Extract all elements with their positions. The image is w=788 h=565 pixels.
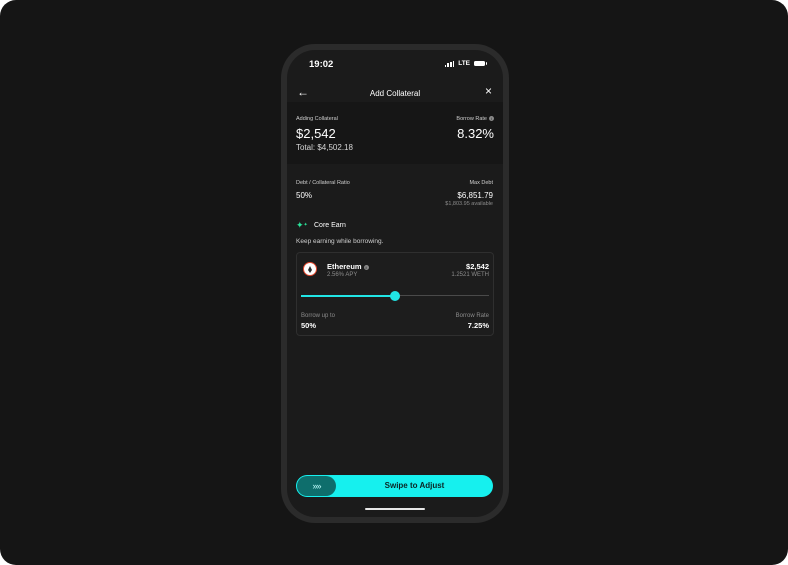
available-debt: $1,803.95 available (445, 201, 493, 207)
phone-frame: 19:02 LTE ← Add Collateral × Adding Coll… (281, 44, 509, 523)
core-earn-title: Core Earn (314, 222, 346, 229)
max-debt-label: Max Debt (469, 180, 493, 186)
borrow-rate-value: 8.32% (457, 126, 494, 141)
status-icons: LTE (444, 60, 487, 67)
swipe-to-adjust-button[interactable]: »» Swipe to Adjust (296, 475, 493, 497)
signal-icon (444, 60, 455, 67)
asset-borrow-rate-label: Borrow Rate (455, 313, 489, 319)
borrow-rate-label: Borrow Rate (456, 116, 487, 122)
network-label: LTE (458, 60, 470, 67)
phone-screen: 19:02 LTE ← Add Collateral × Adding Coll… (287, 50, 503, 517)
page-title: Add Collateral (369, 89, 421, 98)
swipe-handle[interactable]: »» (297, 476, 336, 496)
info-icon[interactable]: i (363, 264, 369, 270)
app-background: 19:02 LTE ← Add Collateral × Adding Coll… (0, 0, 788, 565)
adding-collateral-value: $2,542 (296, 126, 336, 141)
ethereum-icon (303, 262, 317, 276)
borrow-rate-header: Borrow Rate i (456, 116, 494, 122)
asset-card[interactable]: Ethereum i 2.56% APY $2,542 1.2521 WETH B… (296, 252, 494, 336)
borrow-slider-knob[interactable] (390, 291, 400, 301)
asset-usd-value: $2,542 (466, 262, 489, 271)
total-collateral: Total: $4,502.18 (296, 143, 353, 152)
close-icon[interactable]: × (485, 84, 492, 98)
info-icon[interactable]: i (489, 116, 494, 122)
status-time: 19:02 (309, 59, 334, 70)
asset-amount: 1.2521 WETH (451, 272, 489, 278)
core-earn-description: Keep earning while borrowing. (296, 238, 384, 245)
home-indicator[interactable] (365, 508, 425, 510)
swipe-label: Swipe to Adjust (384, 481, 445, 490)
debt-ratio-label: Debt / Collateral Ratio (296, 180, 350, 186)
borrow-up-to-label: Borrow up to (301, 313, 336, 319)
summary-panel: Adding Collateral $2,542 Total: $4,502.1… (287, 102, 503, 164)
borrow-slider-fill (301, 295, 395, 297)
max-debt-value: $6,851.79 (457, 191, 493, 200)
asset-name: Ethereum (327, 262, 362, 271)
asset-name-row: Ethereum i (327, 262, 369, 271)
battery-icon (474, 60, 487, 67)
adding-collateral-label: Adding Collateral (296, 116, 338, 122)
sparkle-icon: ✦✦ (296, 220, 308, 230)
asset-apy: 2.56% APY (327, 272, 358, 278)
borrow-up-to-value: 50% (301, 321, 317, 330)
asset-borrow-rate-value: 7.25% (467, 321, 489, 330)
debt-ratio-value: 50% (296, 191, 313, 200)
